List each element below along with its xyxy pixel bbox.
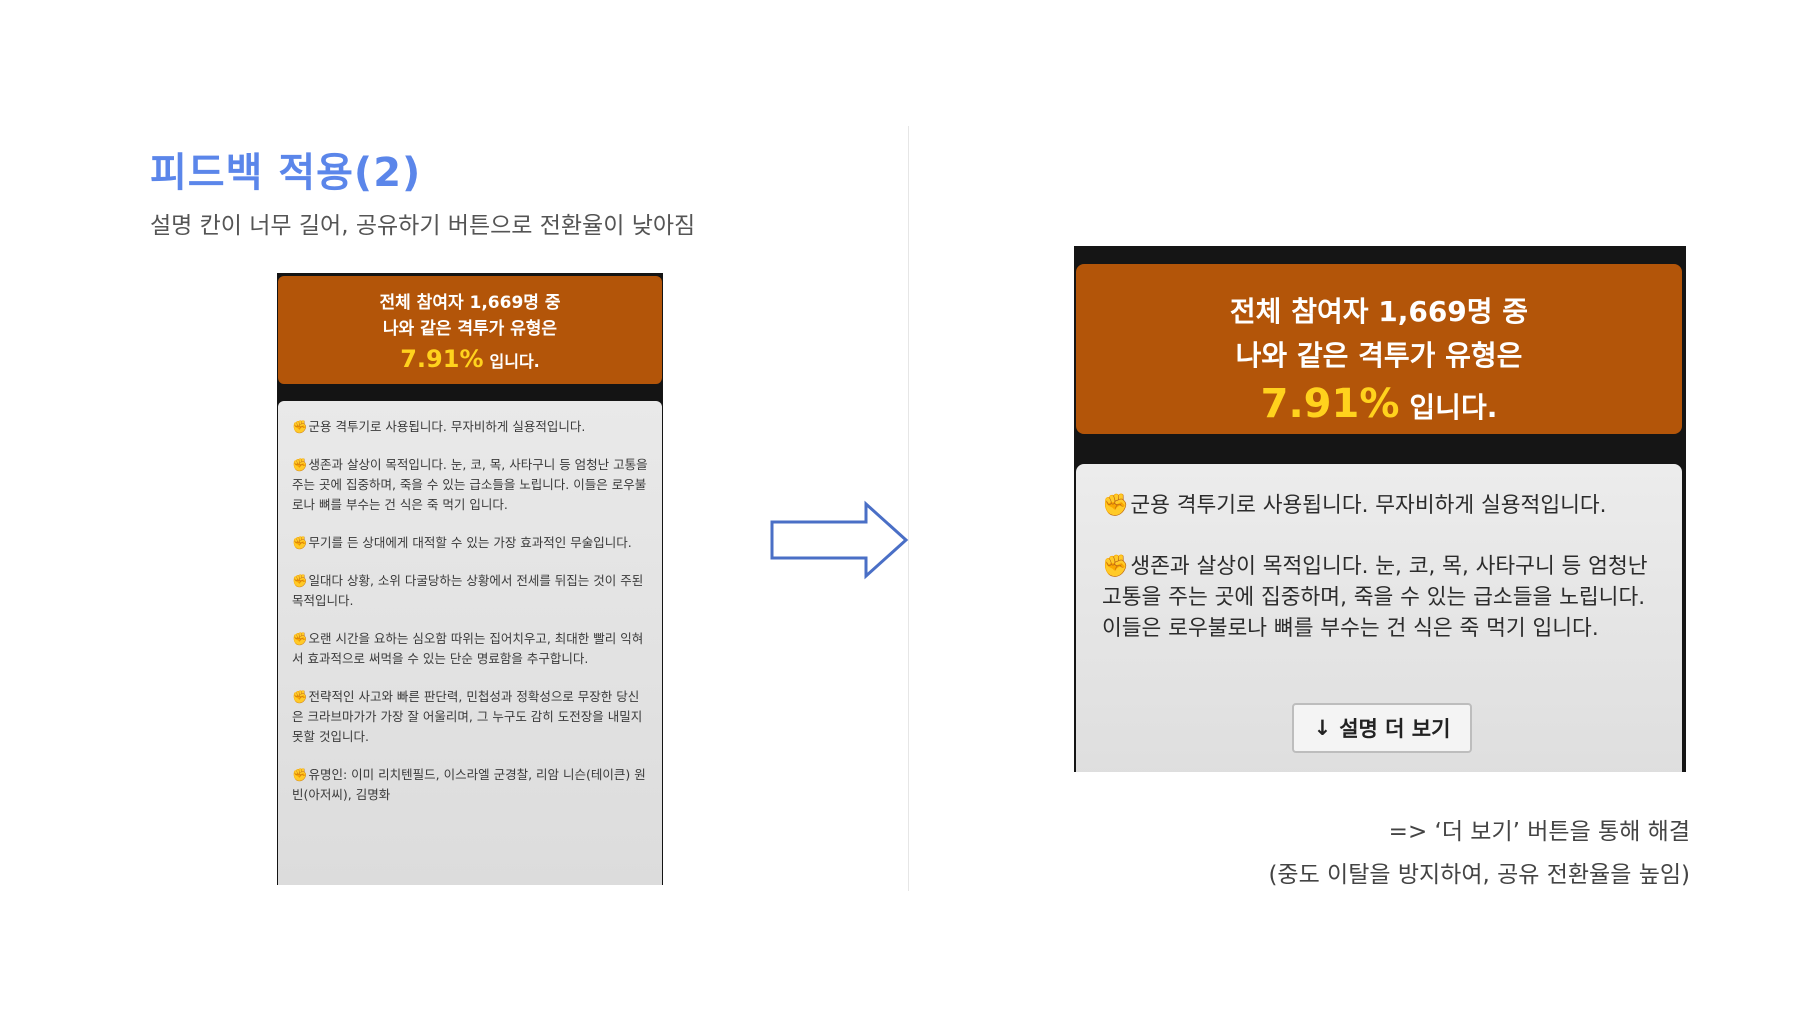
- description-paragraph: ✊ 생존과 살상이 목적입니다. 눈, 코, 목, 사타구니 등 엄청난 고통을…: [1102, 551, 1662, 644]
- fist-icon: ✊: [292, 457, 308, 472]
- fist-icon: ✊: [292, 767, 308, 782]
- banner-line-3: 7.91% 입니다.: [1076, 378, 1682, 434]
- description-paragraph: ✊ 군용 격투기로 사용됩니다. 무자비하게 실용적입니다.: [1102, 490, 1662, 521]
- description-paragraph: ✊ 전략적인 사고와 빠른 판단력, 민첩성과 정확성으로 무장한 당신은 크라…: [292, 687, 650, 747]
- show-more-button[interactable]: ↓ 설명 더 보기: [1292, 703, 1472, 753]
- banner-line-2: 나와 같은 격투가 유형은: [1235, 339, 1523, 372]
- paragraph-text: 군용 격투기로 사용됩니다. 무자비하게 실용적입니다.: [1130, 493, 1607, 518]
- banner-suffix: 입니다.: [489, 352, 540, 371]
- description-card: ✊ 군용 격투기로 사용됩니다. 무자비하게 실용적입니다. ✊ 생존과 살상이…: [1076, 464, 1682, 772]
- slide-subtitle: 설명 칸이 너무 길어, 공유하기 버튼으로 전환율이 낮아짐: [150, 213, 696, 239]
- paragraph-text: 생존과 살상이 목적입니다. 눈, 코, 목, 사타구니 등 엄청난 고통을 주…: [1102, 554, 1648, 641]
- fist-icon: ✊: [292, 535, 308, 550]
- description-paragraph: ✊ 오랜 시간을 요하는 심오함 따위는 집어치우고, 최대한 빨리 익혀서 효…: [292, 629, 650, 669]
- fist-icon: ✊: [292, 573, 308, 588]
- paragraph-text: 무기를 든 상대에게 대적할 수 있는 가장 효과적인 무술입니다.: [308, 535, 632, 550]
- right-arrow-icon: [770, 500, 909, 580]
- slide-title: 피드백 적용(2): [150, 150, 422, 196]
- show-more-label: 설명 더 보기: [1339, 717, 1451, 741]
- banner-line-3: 7.91% 입니다.: [278, 342, 662, 379]
- fist-icon: ✊: [1102, 493, 1129, 518]
- paragraph-text: 일대다 상황, 소위 다굴당하는 상황에서 전세를 뒤집는 것이 주된 목적입니…: [292, 573, 644, 608]
- description-paragraph: ✊ 일대다 상황, 소위 다굴당하는 상황에서 전세를 뒤집는 것이 주된 목적…: [292, 571, 650, 611]
- fist-icon: ✊: [292, 631, 308, 646]
- banner-line-1: 전체 참여자 1,669명 중: [379, 293, 561, 313]
- arrow-down-icon: ↓: [1313, 716, 1332, 740]
- banner-suffix: 입니다.: [1409, 391, 1498, 424]
- solution-note-detail: (중도 이탈을 방지하여, 공유 전환율을 높임): [1268, 862, 1690, 888]
- description-paragraph: ✊ 생존과 살상이 목적입니다. 눈, 코, 목, 사타구니 등 엄청난 고통을…: [292, 455, 650, 515]
- result-banner: 전체 참여자 1,669명 중 나와 같은 격투가 유형은 7.91% 입니다.: [278, 276, 662, 384]
- percent-value: 7.91%: [400, 345, 484, 373]
- description-paragraph: ✊ 무기를 든 상대에게 대적할 수 있는 가장 효과적인 무술입니다.: [292, 533, 650, 553]
- paragraph-text: 생존과 살상이 목적입니다. 눈, 코, 목, 사타구니 등 엄청난 고통을 주…: [292, 457, 648, 512]
- description-paragraph: ✊ 군용 격투기로 사용됩니다. 무자비하게 실용적입니다.: [292, 417, 650, 437]
- description-card: ✊ 군용 격투기로 사용됩니다. 무자비하게 실용적입니다. ✊ 생존과 살상이…: [278, 401, 662, 885]
- fist-icon: ✊: [292, 689, 308, 704]
- banner-line-1: 전체 참여자 1,669명 중: [1229, 295, 1529, 328]
- percent-value: 7.91%: [1260, 381, 1400, 427]
- solution-note: => ‘더 보기’ 버튼을 통해 해결: [1388, 819, 1690, 845]
- description-paragraph: ✊ 유명인: 이미 리치텐필드, 이스라엘 군경찰, 리암 니슨(테이큰) 원빈…: [292, 765, 650, 805]
- paragraph-text: 유명인: 이미 리치텐필드, 이스라엘 군경찰, 리암 니슨(테이큰) 원빈(아…: [292, 767, 646, 802]
- banner-line-2: 나와 같은 격투가 유형은: [382, 319, 558, 339]
- paragraph-text: 군용 격투기로 사용됩니다. 무자비하게 실용적입니다.: [308, 419, 586, 434]
- fist-icon: ✊: [292, 419, 308, 434]
- paragraph-text: 전략적인 사고와 빠른 판단력, 민첩성과 정확성으로 무장한 당신은 크라브마…: [292, 689, 643, 744]
- before-screenshot: 전체 참여자 1,669명 중 나와 같은 격투가 유형은 7.91% 입니다. …: [277, 273, 663, 885]
- result-banner: 전체 참여자 1,669명 중 나와 같은 격투가 유형은 7.91% 입니다.: [1076, 264, 1682, 434]
- fist-icon: ✊: [1102, 554, 1129, 579]
- paragraph-text: 오랜 시간을 요하는 심오함 따위는 집어치우고, 최대한 빨리 익혀서 효과적…: [292, 631, 644, 666]
- after-screenshot: 전체 참여자 1,669명 중 나와 같은 격투가 유형은 7.91% 입니다. …: [1074, 246, 1686, 772]
